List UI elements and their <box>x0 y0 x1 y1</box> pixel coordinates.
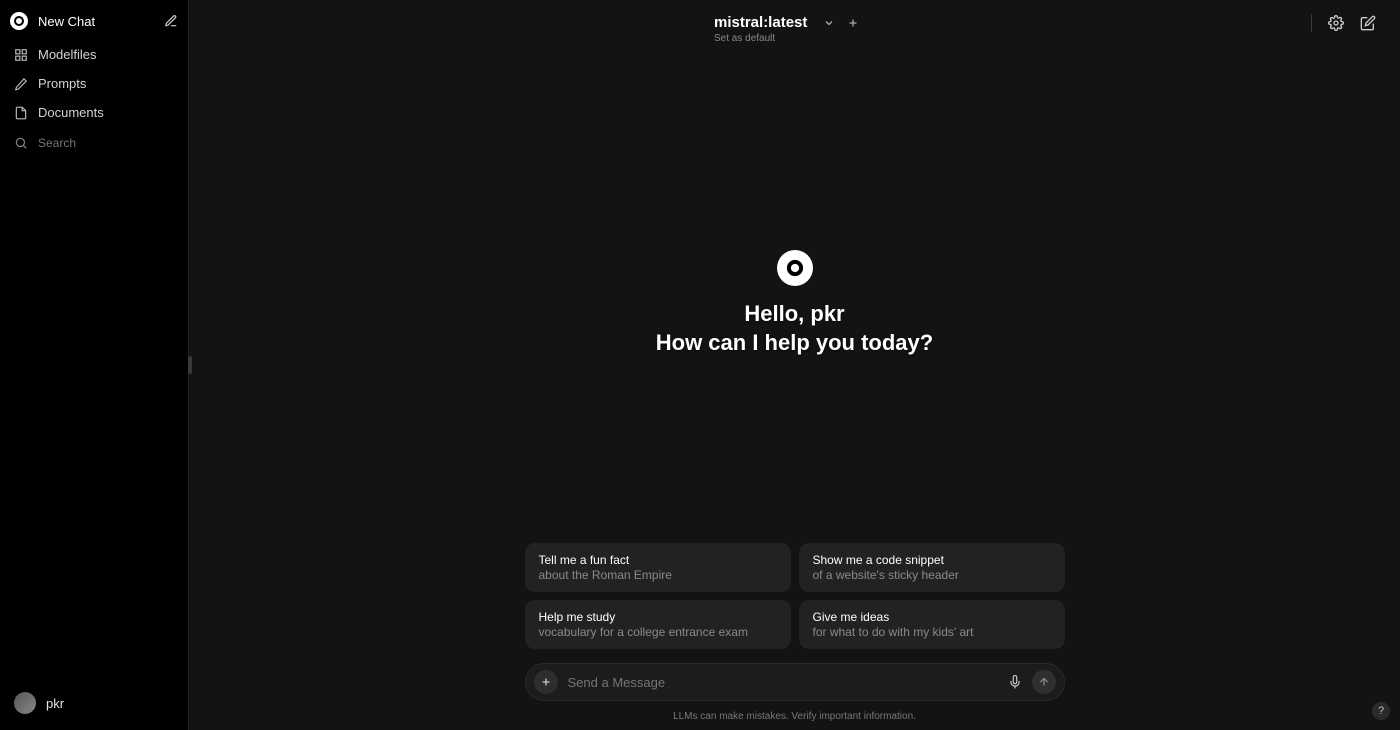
suggestion-sub: about the Roman Empire <box>539 568 777 582</box>
set-default-link[interactable]: Set as default <box>714 33 859 44</box>
documents-icon <box>14 106 28 120</box>
suggestion-card[interactable]: Help me study vocabulary for a college e… <box>525 600 791 649</box>
greeting-line2: How can I help you today? <box>189 329 1400 358</box>
suggestion-sub: of a website's sticky header <box>813 568 1051 582</box>
suggestion-title: Tell me a fun fact <box>539 553 777 567</box>
modelfiles-icon <box>14 48 28 62</box>
edit-icon[interactable] <box>1360 15 1376 31</box>
app-logo-icon <box>10 12 28 30</box>
attach-button[interactable] <box>534 670 558 694</box>
chevron-down-icon[interactable] <box>823 17 835 29</box>
greeting-line1: Hello, pkr <box>189 300 1400 329</box>
suggestion-card[interactable]: Tell me a fun fact about the Roman Empir… <box>525 543 791 592</box>
topbar-actions <box>1311 14 1376 32</box>
separator <box>1311 14 1312 32</box>
send-button[interactable] <box>1032 670 1056 694</box>
username-label: pkr <box>46 696 64 711</box>
disclaimer: LLMs can make mistakes. Verify important… <box>673 711 916 722</box>
compose-icon[interactable] <box>164 14 178 28</box>
suggestion-title: Help me study <box>539 610 777 624</box>
suggestion-card[interactable]: Give me ideas for what to do with my kid… <box>799 600 1065 649</box>
sidebar-item-prompts[interactable]: Prompts <box>10 69 178 98</box>
user-menu[interactable]: pkr <box>10 686 178 720</box>
prompts-icon <box>14 77 28 91</box>
message-input-row <box>525 663 1065 701</box>
avatar <box>14 692 36 714</box>
sidebar-item-label: Documents <box>38 105 104 120</box>
prompt-suggestions: Tell me a fun fact about the Roman Empir… <box>525 543 1065 649</box>
sidebar-resize-handle[interactable] <box>188 356 192 374</box>
sidebar: New Chat Modelfiles Prompts Documents pk… <box>0 0 188 730</box>
sidebar-item-label: Prompts <box>38 76 86 91</box>
new-chat-button[interactable]: New Chat <box>10 12 95 30</box>
main-area: mistral:latest Set as default <box>188 0 1400 730</box>
welcome-center: Hello, pkr How can I help you today? <box>189 250 1400 357</box>
sidebar-item-modelfiles[interactable]: Modelfiles <box>10 40 178 69</box>
help-button[interactable]: ? <box>1372 702 1390 720</box>
sidebar-top: New Chat <box>10 10 178 32</box>
add-model-icon[interactable] <box>847 17 859 29</box>
model-selector-block: mistral:latest Set as default <box>714 14 859 44</box>
suggestion-title: Show me a code snippet <box>813 553 1051 567</box>
suggestion-card[interactable]: Show me a code snippet of a website's st… <box>799 543 1065 592</box>
search-icon <box>14 136 28 150</box>
sidebar-item-documents[interactable]: Documents <box>10 98 178 127</box>
sidebar-search[interactable] <box>10 129 178 157</box>
suggestion-sub: for what to do with my kids' art <box>813 625 1051 639</box>
bottom-block: Tell me a fun fact about the Roman Empir… <box>189 543 1400 730</box>
topbar: mistral:latest Set as default <box>189 0 1400 22</box>
search-input[interactable] <box>38 136 174 150</box>
suggestion-title: Give me ideas <box>813 610 1051 624</box>
message-input[interactable] <box>568 675 998 690</box>
center-logo-icon <box>777 250 813 286</box>
greeting: Hello, pkr How can I help you today? <box>189 300 1400 357</box>
model-name[interactable]: mistral:latest <box>714 14 807 31</box>
sidebar-item-label: Modelfiles <box>38 47 97 62</box>
gear-icon[interactable] <box>1328 15 1344 31</box>
new-chat-label: New Chat <box>38 14 95 29</box>
microphone-icon[interactable] <box>1008 675 1022 689</box>
suggestion-sub: vocabulary for a college entrance exam <box>539 625 777 639</box>
